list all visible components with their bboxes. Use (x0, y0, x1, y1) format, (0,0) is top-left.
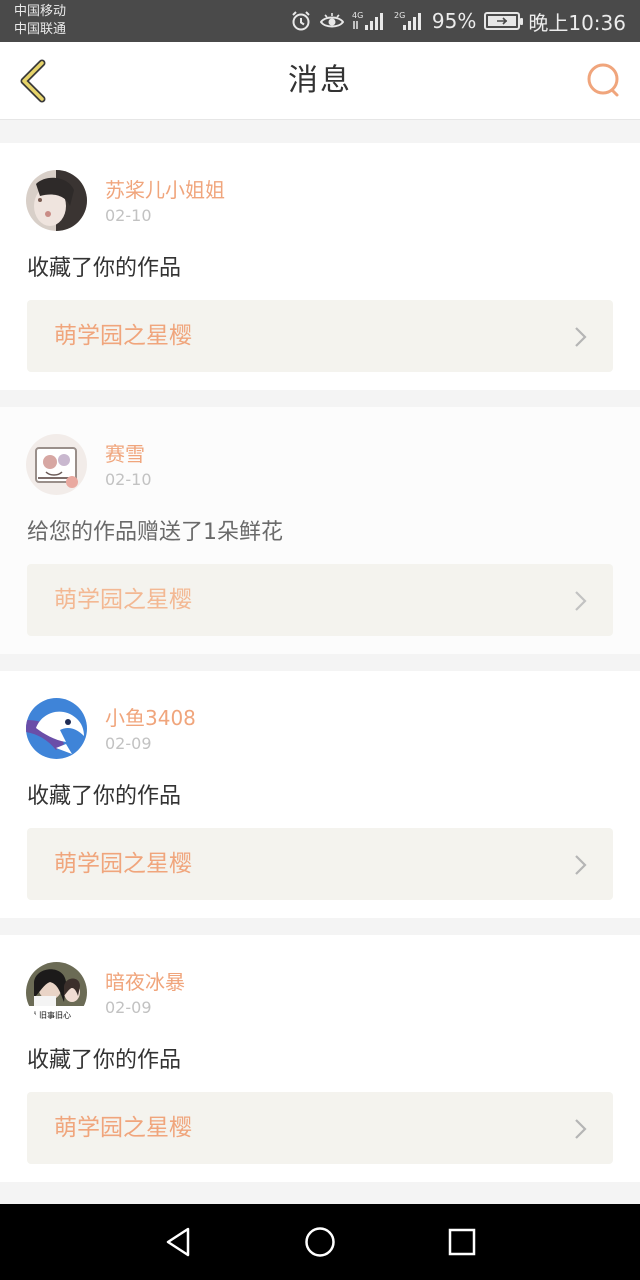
battery-percent: 95% (431, 9, 477, 33)
message-card: 苏桨儿小姐姐 02-10 收藏了你的作品 萌学园之星樱 (0, 143, 640, 390)
signal-2g-icon: 2G (394, 10, 424, 32)
carrier-2-label: 中国联通 (14, 22, 67, 37)
work-link[interactable]: 萌学园之星樱 (27, 828, 613, 900)
chevron-right-icon (575, 1119, 587, 1139)
message-list: 苏桨儿小姐姐 02-10 收藏了你的作品 萌学园之星樱 赛雪 02-10 给您的… (0, 126, 640, 1182)
status-bar: 中国移动 中国联通 4G 2G 95% 晚上10:36 (0, 0, 640, 42)
system-back-button[interactable] (158, 1222, 198, 1262)
battery-icon (484, 12, 524, 30)
message-card: 人旧事旧心 暗夜冰暴 02-09 收藏了你的作品 萌学园之星樱 (0, 935, 640, 1182)
eye-comfort-icon (319, 12, 344, 30)
work-title: 萌学园之星樱 (54, 851, 192, 877)
avatar[interactable] (26, 170, 87, 231)
work-link[interactable]: 萌学园之星樱 (27, 300, 613, 372)
carrier-1-label: 中国移动 (14, 4, 67, 19)
message-text: 收藏了你的作品 (27, 1048, 182, 1073)
message-text: 给您的作品赠送了1朵鲜花 (27, 520, 283, 545)
net-1-label: 4G (352, 11, 363, 20)
triangle-back-icon (166, 1227, 190, 1257)
nav-bar: 消息 (0, 42, 640, 120)
carrier-info: 中国移动 中国联通 (14, 3, 66, 39)
alarm-icon (290, 10, 312, 32)
avatar[interactable]: 人旧事旧心 (26, 962, 87, 1023)
net-2-label: 2G (394, 11, 405, 20)
work-title: 萌学园之星樱 (54, 587, 192, 613)
username[interactable]: 苏桨儿小姐姐 (105, 174, 225, 203)
system-home-button[interactable] (300, 1222, 340, 1262)
username[interactable]: 暗夜冰暴 (105, 966, 185, 995)
message-text: 收藏了你的作品 (27, 256, 182, 281)
message-date: 02-10 (105, 470, 152, 489)
work-link[interactable]: 萌学园之星樱 (27, 564, 613, 636)
message-date: 02-10 (105, 206, 152, 225)
work-title: 萌学园之星樱 (54, 1115, 192, 1141)
signal-4g-icon: 4G (352, 10, 386, 32)
work-title: 萌学园之星樱 (54, 323, 192, 349)
avatar[interactable] (26, 698, 87, 759)
avatar[interactable] (26, 434, 87, 495)
page-title: 消息 (288, 63, 352, 98)
chevron-right-icon (575, 855, 587, 875)
message-card: 赛雪 02-10 给您的作品赠送了1朵鲜花 萌学园之星樱 (0, 407, 640, 654)
system-nav-bar (0, 1204, 640, 1280)
avatar-caption: 人旧事旧心 (31, 1010, 71, 1020)
username[interactable]: 小鱼3408 (105, 702, 196, 731)
message-date: 02-09 (105, 998, 152, 1017)
message-date: 02-09 (105, 734, 152, 753)
system-recents-button[interactable] (442, 1222, 482, 1262)
square-recents-icon (448, 1228, 476, 1256)
search-button[interactable] (582, 60, 626, 102)
search-icon (587, 63, 619, 97)
clock: 晚上10:36 (528, 10, 626, 35)
message-card: 小鱼3408 02-09 收藏了你的作品 萌学园之星樱 (0, 671, 640, 918)
chevron-right-icon (575, 591, 587, 611)
username[interactable]: 赛雪 (105, 438, 145, 467)
work-link[interactable]: 萌学园之星樱 (27, 1092, 613, 1164)
chevron-right-icon (575, 327, 587, 347)
message-text: 收藏了你的作品 (27, 784, 182, 809)
circle-home-icon (305, 1227, 335, 1257)
status-indicators: 4G 2G 95% 晚上10:36 (290, 0, 626, 42)
